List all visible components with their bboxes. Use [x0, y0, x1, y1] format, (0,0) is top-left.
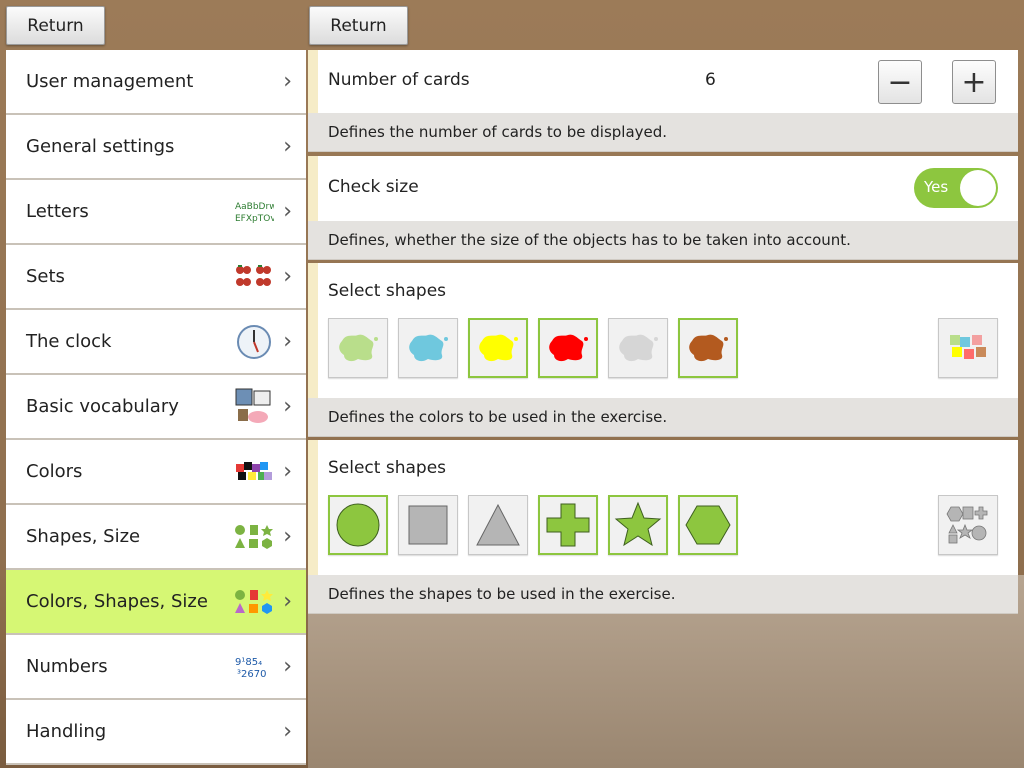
menu-item-label: Colors, Shapes, Size [26, 591, 208, 612]
chevron-right-icon: › [283, 394, 292, 419]
shape-square-option[interactable] [398, 495, 458, 555]
menu-item-colors-shapes-size[interactable]: Colors, Shapes, Size › [6, 570, 306, 635]
menu-item-label: General settings [26, 136, 175, 157]
select-shapes-description: Defines the shapes to be used in the exe… [308, 575, 1018, 614]
menu-item-sets[interactable]: Sets › [6, 245, 306, 310]
chevron-right-icon: › [283, 199, 292, 224]
toggle-state-text: Yes [924, 178, 949, 196]
menu-item-user-management[interactable]: User management › [6, 50, 306, 115]
menu-item-numbers[interactable]: Numbers 9¹85₄ ³2670 › [6, 635, 306, 700]
decrease-cards-button[interactable]: − [878, 60, 922, 104]
chevron-right-icon: › [283, 329, 292, 354]
menu-item-colors[interactable]: Colors › [6, 440, 306, 505]
shape-triangle-option[interactable] [468, 495, 528, 555]
svg-text:9¹85₄: 9¹85₄ [235, 657, 262, 668]
toggle-knob [960, 170, 996, 206]
menu-item-label: Numbers [26, 656, 108, 677]
strawberry-sets-icon [234, 257, 274, 297]
menu-item-shapes-size[interactable]: Shapes, Size › [6, 505, 306, 570]
number-of-cards-description: Defines the number of cards to be displa… [308, 113, 1018, 152]
shape-star-option[interactable] [608, 495, 668, 555]
colored-shapes-icon [234, 582, 274, 622]
menu-item-letters[interactable]: Letters AaBbDrw EFXpTOv › [6, 180, 306, 245]
menu-item-label: Letters [26, 201, 89, 222]
minus-icon: − [887, 64, 913, 100]
chevron-right-icon: › [283, 589, 292, 614]
color-swatch-red[interactable] [538, 318, 598, 378]
settings-panel: Number of cards 6 − + Defines the number… [308, 50, 1018, 614]
menu-item-label: Shapes, Size [26, 526, 141, 547]
menu-item-general-settings[interactable]: General settings › [6, 115, 306, 180]
chevron-right-icon: › [283, 264, 292, 289]
number-of-cards-row: Number of cards 6 − + [308, 50, 1018, 113]
all-shapes-button[interactable] [938, 495, 998, 555]
letters-icon: AaBbDrw EFXpTOv [234, 192, 274, 232]
check-size-toggle[interactable]: Yes [914, 168, 998, 208]
menu-item-label: Handling [26, 721, 107, 742]
svg-text:³2670: ³2670 [237, 669, 266, 680]
menu-item-label: Basic vocabulary [26, 396, 179, 417]
clock-icon [234, 322, 274, 362]
select-colors-description: Defines the colors to be used in the exe… [308, 398, 1018, 437]
chevron-right-icon: › [283, 524, 292, 549]
chevron-right-icon: › [283, 134, 292, 159]
all-colors-button[interactable] [938, 318, 998, 378]
chevron-right-icon: › [283, 654, 292, 679]
color-puzzle-icon [234, 452, 274, 492]
svg-text:AaBbDrw: AaBbDrw [235, 202, 274, 212]
return-button-right[interactable]: Return [309, 6, 408, 45]
check-size-description: Defines, whether the size of the objects… [308, 221, 1018, 260]
menu-item-handling[interactable]: Handling › [6, 700, 306, 765]
number-of-cards-label: Number of cards [328, 70, 470, 90]
plus-icon: + [961, 64, 987, 100]
shape-circle-option[interactable] [328, 495, 388, 555]
color-swatch-grey[interactable] [608, 318, 668, 378]
color-swatch-light-blue[interactable] [398, 318, 458, 378]
chevron-right-icon: › [283, 719, 292, 744]
increase-cards-button[interactable]: + [952, 60, 996, 104]
check-size-row: Check size Yes [308, 156, 1018, 221]
chevron-right-icon: › [283, 69, 292, 94]
menu-item-label: The clock [26, 331, 112, 352]
color-swatch-brown[interactable] [678, 318, 738, 378]
select-colors-label: Select shapes [328, 281, 447, 301]
vocabulary-icon [234, 387, 274, 427]
menu-item-label: Colors [26, 461, 83, 482]
menu-item-label: User management [26, 71, 194, 92]
shapes-icon [234, 517, 274, 557]
settings-menu: User management › General settings › Let… [6, 50, 306, 765]
return-button-left[interactable]: Return [6, 6, 105, 45]
check-size-label: Check size [328, 177, 419, 197]
number-of-cards-value: 6 [705, 70, 716, 90]
menu-item-the-clock[interactable]: The clock › [6, 310, 306, 375]
color-swatch-yellow[interactable] [468, 318, 528, 378]
shape-cross-option[interactable] [538, 495, 598, 555]
select-shapes-row: Select shapes [308, 440, 1018, 575]
chevron-right-icon: › [283, 459, 292, 484]
shape-hexagon-option[interactable] [678, 495, 738, 555]
color-swatch-light-green[interactable] [328, 318, 388, 378]
select-shapes-label: Select shapes [328, 458, 447, 478]
select-colors-row: Select shapes [308, 263, 1018, 398]
menu-item-label: Sets [26, 266, 65, 287]
numbers-icon: 9¹85₄ ³2670 [234, 647, 274, 687]
svg-text:EFXpTOv: EFXpTOv [235, 214, 274, 224]
menu-item-basic-vocabulary[interactable]: Basic vocabulary › [6, 375, 306, 440]
